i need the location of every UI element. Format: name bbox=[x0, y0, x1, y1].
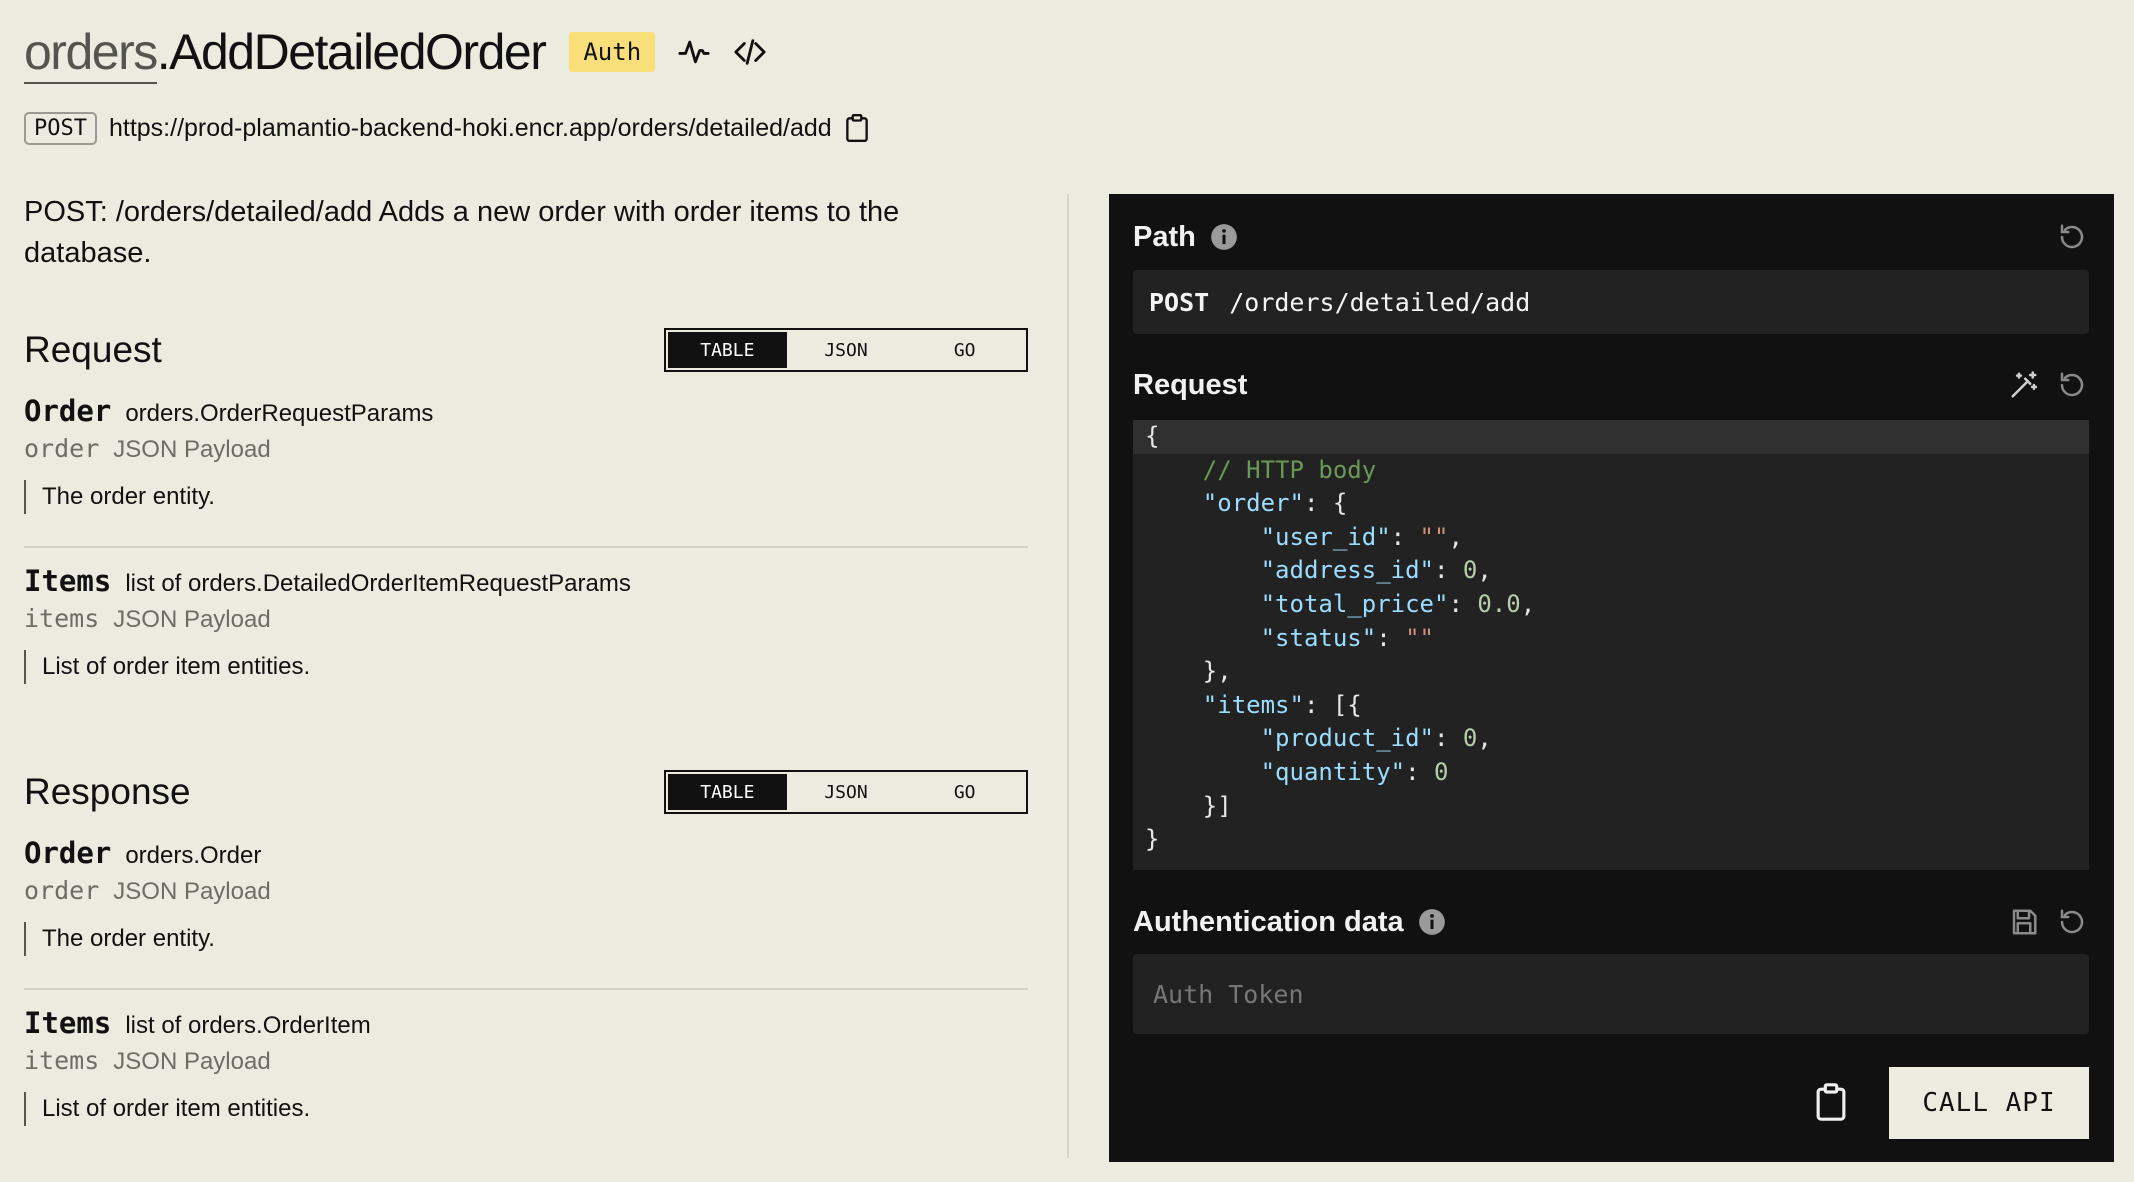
code-line: "address_id": 0, bbox=[1260, 556, 1492, 585]
field-divider bbox=[24, 546, 1028, 548]
request-toggle-json[interactable]: JSON bbox=[787, 332, 906, 368]
request-format-toggle: TABLE JSON GO bbox=[664, 328, 1028, 372]
auth-token-input[interactable] bbox=[1133, 954, 2089, 1034]
page-header: orders.AddDetailedOrder Auth bbox=[24, 22, 767, 84]
reset-auth-icon[interactable] bbox=[2057, 907, 2087, 937]
code-line: "order": { bbox=[1202, 489, 1348, 518]
field-type: list of orders.DetailedOrderItemRequestP… bbox=[125, 570, 631, 597]
request-section-header: Request TABLE JSON GO bbox=[24, 326, 1028, 374]
clipboard-icon[interactable] bbox=[1813, 1082, 1849, 1122]
save-icon[interactable] bbox=[2009, 907, 2039, 937]
code-line: "total_price": 0.0, bbox=[1260, 589, 1536, 618]
path-label-row: Path bbox=[1133, 217, 1238, 257]
response-section-header: Response TABLE JSON GO bbox=[24, 768, 1028, 816]
request-field-items: Items list of orders.DetailedOrderItemReq… bbox=[24, 564, 1028, 684]
request-label-row: Request bbox=[1133, 365, 1247, 405]
field-name: Items bbox=[24, 1006, 112, 1040]
code-line: { bbox=[1133, 420, 2089, 454]
field-description: The order entity. bbox=[24, 922, 1028, 956]
api-explorer-panel: Path POST /orders/detailed/add Request {… bbox=[1109, 194, 2114, 1162]
code-line: // HTTP body bbox=[1202, 455, 1377, 484]
path-value: /orders/detailed/add bbox=[1229, 287, 1531, 317]
code-line: "quantity": 0 bbox=[1260, 757, 1449, 786]
code-line: "user_id": "", bbox=[1260, 522, 1463, 551]
request-toggle-go[interactable]: GO bbox=[905, 332, 1024, 368]
field-name: Order bbox=[24, 836, 112, 870]
auth-badge: Auth bbox=[569, 32, 656, 72]
field-description: The order entity. bbox=[24, 480, 1028, 514]
field-type: orders.Order bbox=[125, 842, 262, 869]
column-divider bbox=[1067, 194, 1069, 1158]
field-type: list of orders.OrderItem bbox=[125, 1012, 371, 1039]
url-row: POST https://prod-plamantio-backend-hoki… bbox=[24, 110, 870, 146]
field-key: items bbox=[24, 604, 100, 633]
call-api-button[interactable]: CALL API bbox=[1889, 1067, 2089, 1139]
auth-label-row: Authentication data bbox=[1133, 902, 1446, 942]
field-divider bbox=[24, 988, 1028, 990]
field-key: order bbox=[24, 434, 100, 463]
request-field-order: Order orders.OrderRequestParams order JSON… bbox=[24, 394, 1028, 514]
field-location: JSON Payload bbox=[113, 606, 271, 633]
code-line: "status": "" bbox=[1260, 623, 1434, 652]
code-line: "items": [{ bbox=[1202, 690, 1362, 719]
response-toggle-json[interactable]: JSON bbox=[787, 774, 906, 810]
request-toggle-table[interactable]: TABLE bbox=[668, 332, 787, 368]
field-description: List of order item entities. bbox=[24, 650, 1028, 684]
field-name: Order bbox=[24, 394, 112, 428]
response-format-toggle: TABLE JSON GO bbox=[664, 770, 1028, 814]
clipboard-icon[interactable] bbox=[844, 113, 870, 143]
field-location: JSON Payload bbox=[113, 436, 271, 463]
reset-path-icon[interactable] bbox=[2057, 222, 2087, 252]
endpoint-description: POST: /orders/detailed/add Adds a new or… bbox=[24, 196, 900, 269]
code-line: "product_id": 0, bbox=[1260, 724, 1492, 753]
field-location: JSON Payload bbox=[113, 1048, 271, 1075]
info-icon[interactable] bbox=[1210, 223, 1238, 251]
path-method: POST bbox=[1149, 287, 1210, 317]
field-key: items bbox=[24, 1046, 100, 1075]
info-icon[interactable] bbox=[1418, 908, 1446, 936]
request-editor-label: Request bbox=[1133, 368, 1248, 401]
method-tag: POST bbox=[24, 111, 97, 145]
path-label: Path bbox=[1133, 220, 1196, 253]
response-title: Response bbox=[24, 771, 191, 812]
auth-label: Authentication data bbox=[1133, 905, 1404, 938]
field-location: JSON Payload bbox=[113, 878, 271, 905]
code-icon[interactable] bbox=[733, 35, 767, 69]
field-description: List of order item entities. bbox=[24, 1092, 1028, 1126]
reset-request-icon[interactable] bbox=[2057, 370, 2087, 400]
request-body-editor[interactable]: { // HTTP body "order": { "user_id": "",… bbox=[1133, 420, 2089, 870]
response-field-order: Order orders.Order order JSON Payload The … bbox=[24, 836, 1028, 956]
service-link[interactable]: orders bbox=[24, 24, 158, 84]
request-title: Request bbox=[24, 329, 162, 370]
response-field-items: Items list of orders.OrderItem items JSON … bbox=[24, 1006, 1028, 1126]
response-toggle-table[interactable]: TABLE bbox=[668, 774, 787, 810]
field-name: Items bbox=[24, 564, 112, 598]
page-title: orders.AddDetailedOrder bbox=[24, 22, 547, 84]
endpoint-name: .AddDetailedOrder bbox=[156, 24, 547, 80]
code-line: } bbox=[1145, 825, 1160, 854]
code-line: }] bbox=[1145, 791, 1232, 820]
field-type: orders.OrderRequestParams bbox=[125, 400, 434, 427]
path-field[interactable]: POST /orders/detailed/add bbox=[1133, 270, 2089, 334]
code-line: }, bbox=[1145, 657, 1232, 686]
field-key: order bbox=[24, 876, 100, 905]
response-toggle-go[interactable]: GO bbox=[905, 774, 1024, 810]
endpoint-url: https://prod-plamantio-backend-hoki.encr… bbox=[108, 113, 832, 142]
activity-icon[interactable] bbox=[677, 35, 711, 69]
magic-wand-icon[interactable] bbox=[2009, 370, 2039, 400]
